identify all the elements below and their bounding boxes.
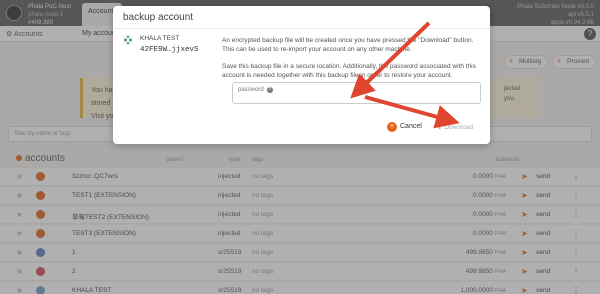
annotation-arrows [350,21,460,129]
arrow-to-download [364,95,460,129]
arrow-to-password [350,21,431,99]
